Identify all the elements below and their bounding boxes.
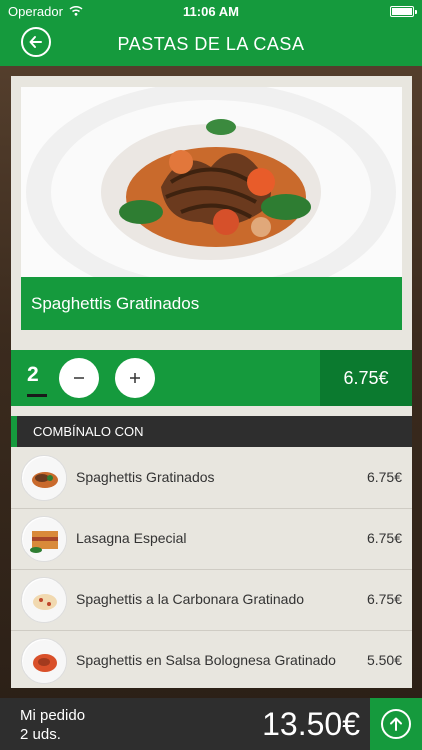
nav-bar: PASTAS DE LA CASA — [0, 22, 422, 66]
order-label: Mi pedido — [20, 707, 86, 724]
dish-thumbnail — [21, 455, 67, 501]
plus-icon — [130, 373, 140, 383]
combo-item-name: Spaghettis en Salsa Bolognesa Gratinado — [76, 652, 336, 668]
combo-item-name: Spaghettis a la Carbonara Gratinado — [76, 591, 305, 607]
battery-icon — [390, 5, 417, 17]
combo-header-label: COMBÍNALO CON — [33, 424, 144, 439]
pasta-dish-photo — [21, 87, 402, 286]
wifi-icon — [69, 4, 83, 19]
dish-thumbnail — [21, 638, 67, 684]
carrier-label: Operador — [8, 3, 63, 19]
product-title-bar: Spaghettis Gratinados — [21, 277, 402, 330]
minus-icon — [74, 377, 84, 379]
combo-section-header: COMBÍNALO CON — [11, 416, 412, 447]
order-count: 2 uds. — [20, 726, 61, 743]
combo-item-spaghettis-carbonara[interactable]: Spaghettis a la Carbonara Gratinado 6.75… — [11, 570, 412, 631]
product-price-label: 6.75€ — [343, 367, 389, 388]
combo-item-spaghettis-bolognesa[interactable]: Spaghettis en Salsa Bolognesa Gratinado … — [11, 631, 412, 688]
product-name: Spaghettis Gratinados — [31, 293, 200, 313]
combo-item-name: Spaghettis Gratinados — [76, 469, 215, 485]
combo-item-price: 6.75€ — [366, 530, 402, 546]
back-arrow-icon — [29, 36, 42, 48]
product-card: Spaghettis Gratinados 2 6.75€ COMBÍNALO … — [11, 76, 412, 688]
order-summary-bar: Mi pedido 2 uds. 13.50€ — [0, 698, 422, 750]
combo-list: Spaghettis Gratinados 6.75€ Lasagna Espe… — [11, 448, 412, 688]
back-button[interactable] — [21, 27, 51, 57]
increase-quantity-button[interactable] — [115, 358, 155, 398]
submit-order-button[interactable] — [370, 698, 422, 750]
quantity-value: 2 — [27, 363, 39, 386]
page-title: PASTAS DE LA CASA — [117, 33, 305, 54]
combo-item-lasagna-especial[interactable]: Lasagna Especial 6.75€ — [11, 509, 412, 570]
combo-item-name: Lasagna Especial — [76, 530, 187, 546]
combo-item-spaghettis-gratinados[interactable]: Spaghettis Gratinados 6.75€ — [11, 448, 412, 509]
combo-item-price: 5.50€ — [366, 652, 402, 668]
dish-thumbnail — [21, 577, 67, 623]
status-bar: Operador 11:06 AM — [0, 0, 422, 22]
product-price: 6.75€ — [320, 350, 412, 406]
status-left: Operador — [8, 4, 83, 19]
decrease-quantity-button[interactable] — [59, 358, 99, 398]
combo-item-price: 6.75€ — [366, 469, 402, 485]
dish-thumbnail — [21, 516, 67, 562]
quantity-bar: 2 6.75€ — [11, 350, 412, 406]
combo-item-price: 6.75€ — [366, 591, 402, 607]
order-total: 13.50€ — [262, 706, 360, 742]
arrow-up-icon — [381, 709, 411, 739]
quantity-underline — [27, 394, 47, 397]
